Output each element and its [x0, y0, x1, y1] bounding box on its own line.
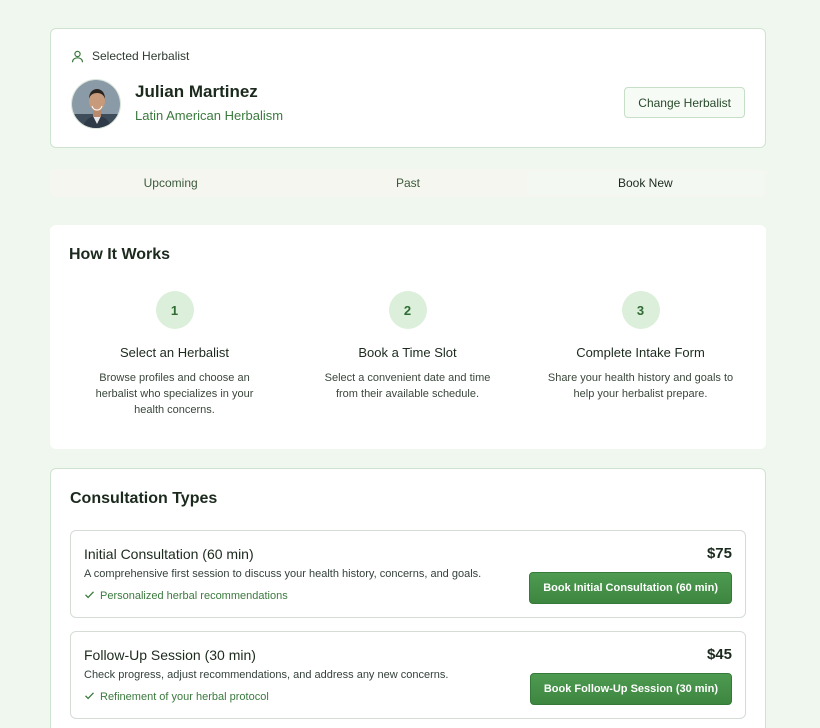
- check-icon: [84, 589, 95, 603]
- book-follow-up-session-button[interactable]: Book Follow-Up Session (30 min): [529, 673, 732, 705]
- consultation-feature-text: Refinement of your herbal protocol: [100, 691, 269, 703]
- consultation-name: Initial Consultation (60 min): [84, 546, 254, 562]
- consultation-types-title: Consultation Types: [70, 490, 218, 507]
- step-number-badge: 3: [621, 291, 660, 329]
- step-description: Share your health history and goals to h…: [547, 372, 734, 400]
- selected-herbalist-label: Selected Herbalist: [71, 49, 189, 63]
- change-herbalist-button[interactable]: Change Herbalist: [624, 87, 745, 118]
- step-title: Complete Intake Form: [576, 345, 705, 360]
- selected-herbalist-label-text: Selected Herbalist: [92, 49, 190, 63]
- herbalist-avatar: [71, 79, 121, 129]
- consultation-feature: Refinement of your herbal protocol: [84, 690, 269, 704]
- consultation-description: Check progress, adjust recommendations, …: [84, 669, 449, 681]
- consultation-price: $45: [706, 646, 732, 663]
- step-title: Select an Herbalist: [119, 345, 230, 360]
- user-icon: [71, 50, 84, 63]
- tab-book-new[interactable]: Book New: [526, 171, 764, 195]
- selected-herbalist-card: Selected Herbalist Julian Martinez Latin…: [50, 28, 766, 148]
- consultation-feature-text: Personalized herbal recommendations: [100, 590, 288, 602]
- step-item: 1 Select an Herbalist Browse profiles an…: [58, 291, 291, 418]
- step-item: 3 Complete Intake Form Share your health…: [524, 291, 757, 418]
- book-initial-consultation-button[interactable]: Book Initial Consultation (60 min): [529, 572, 732, 604]
- consultation-price: $75: [706, 545, 732, 562]
- consultation-type-item: Follow-Up Session (30 min) Check progres…: [70, 631, 746, 719]
- steps-list: 1 Select an Herbalist Browse profiles an…: [58, 291, 758, 418]
- step-number-badge: 1: [155, 291, 194, 329]
- how-it-works-card: How It Works 1 Select an Herbalist Brows…: [50, 225, 766, 449]
- step-number-badge: 2: [388, 291, 427, 329]
- herbalist-name: Julian Martinez: [135, 82, 258, 101]
- consultation-feature: Personalized herbal recommendations: [84, 589, 288, 603]
- how-it-works-title: How It Works: [69, 246, 171, 263]
- step-description: Select a convenient date and time from t…: [324, 372, 491, 400]
- herbalist-specialty: Latin American Herbalism: [135, 108, 284, 123]
- tab-upcoming[interactable]: Upcoming: [52, 169, 289, 197]
- check-icon: [84, 690, 95, 704]
- tab-past[interactable]: Past: [289, 169, 526, 197]
- consultation-type-item: Initial Consultation (60 min) A comprehe…: [70, 530, 746, 618]
- consultation-name: Follow-Up Session (30 min): [84, 647, 256, 663]
- step-description: Browse profiles and choose an herbalist …: [95, 372, 254, 416]
- consultation-description: A comprehensive first session to discuss…: [84, 568, 482, 580]
- step-title: Book a Time Slot: [358, 345, 457, 360]
- consultation-types-card: Consultation Types Initial Consultation …: [50, 468, 766, 728]
- step-item: 2 Book a Time Slot Select a convenient d…: [291, 291, 524, 418]
- booking-tabs: Upcoming Past Book New: [50, 169, 766, 197]
